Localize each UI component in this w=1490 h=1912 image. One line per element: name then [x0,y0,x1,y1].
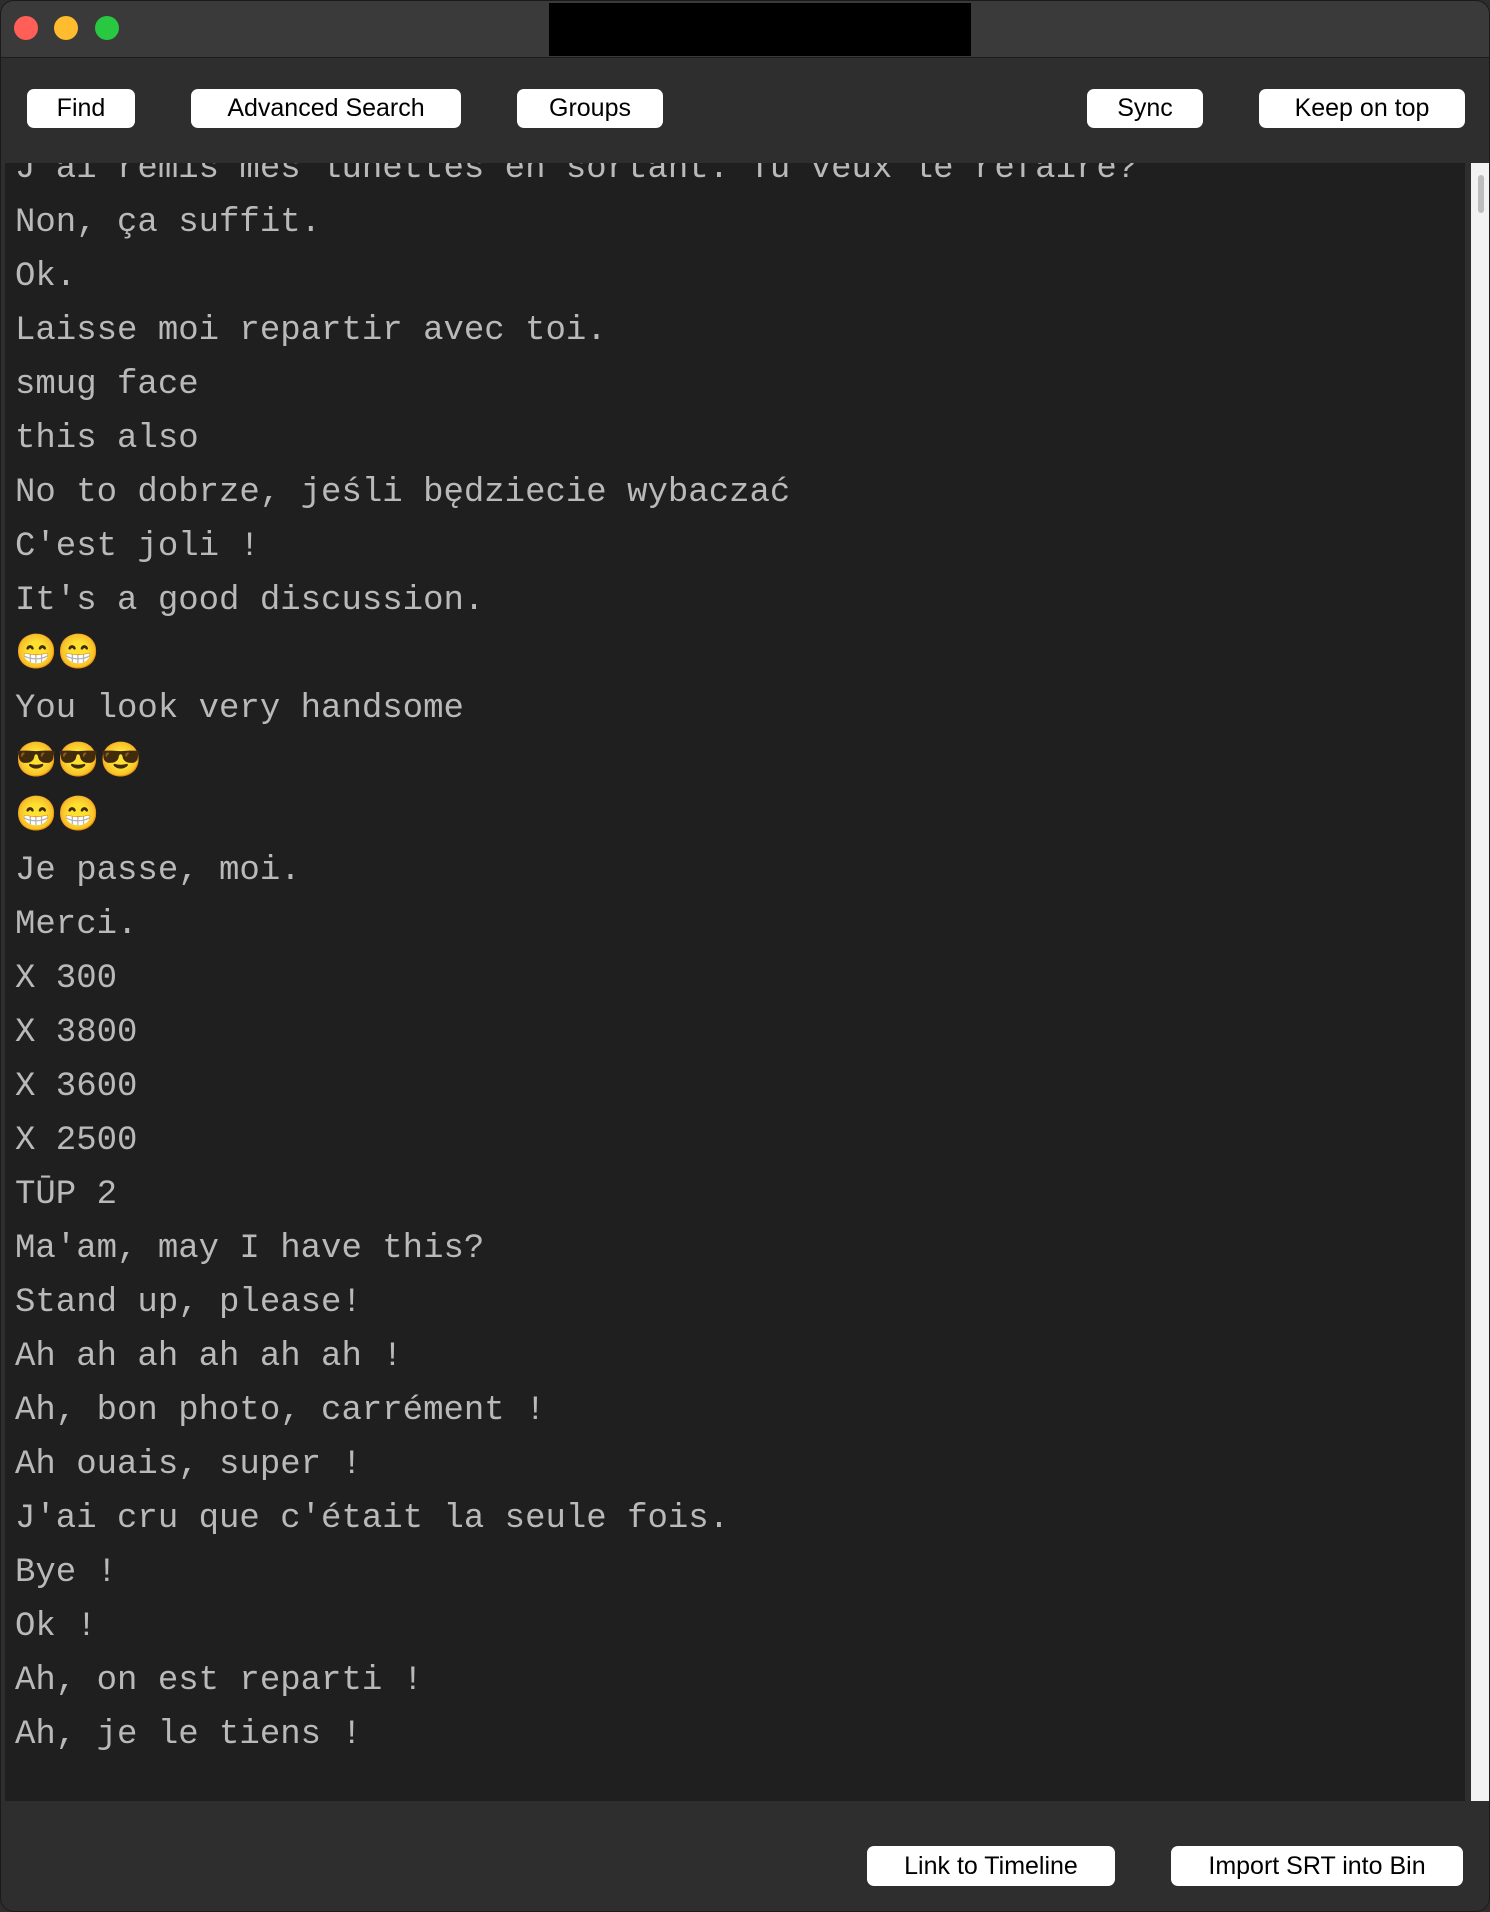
subtitle-line[interactable]: It's a good discussion. [15,576,484,626]
subtitle-line[interactable]: Ah ouais, super ! [15,1440,362,1490]
subtitle-line[interactable]: 😁😁 [15,630,100,680]
minimize-window-button[interactable] [54,16,78,40]
close-window-button[interactable] [14,16,38,40]
subtitle-line[interactable]: Ah, bon photo, carrément ! [15,1386,546,1436]
title-bar[interactable] [1,1,1489,58]
toolbar: Find Advanced Search Groups Sync Keep on… [1,58,1489,162]
window-title [549,3,971,56]
subtitle-line[interactable]: Ah, on est reparti ! [15,1656,423,1706]
subtitle-line[interactable]: Laisse moi repartir avec toi. [15,306,607,356]
sync-button[interactable]: Sync [1087,89,1203,128]
subtitle-line[interactable]: 😎😎😎 [15,738,142,788]
subtitle-line[interactable]: J'ai remis mes lunettes en sortant. Tu v… [15,163,1137,194]
subtitle-line[interactable]: Ah ah ah ah ah ah ! [15,1332,403,1382]
subtitle-list[interactable]: J'ai remis mes lunettes en sortant. Tu v… [5,163,1465,1801]
subtitle-line[interactable]: No to dobrze, jeśli będziecie wybaczać [15,468,790,518]
subtitle-line[interactable]: smug face [15,360,199,410]
subtitle-line[interactable]: TŪP 2 [15,1170,117,1220]
subtitle-line[interactable]: C'est joli ! [15,522,260,572]
scrollbar[interactable] [1471,163,1489,1801]
keep-on-top-button[interactable]: Keep on top [1259,89,1465,128]
app-window: Find Advanced Search Groups Sync Keep on… [0,0,1490,1912]
subtitle-line[interactable]: 😁😁 [15,792,100,842]
subtitle-line[interactable]: Bye ! [15,1548,117,1598]
subtitle-line[interactable]: Ok ! [15,1602,97,1652]
subtitle-line[interactable]: X 3800 [15,1008,137,1058]
subtitle-line[interactable]: Ma'am, may I have this? [15,1224,484,1274]
subtitle-line[interactable]: X 300 [15,954,117,1004]
advanced-search-button[interactable]: Advanced Search [191,89,461,128]
subtitle-line[interactable]: this also [15,414,199,464]
subtitle-line[interactable]: X 2500 [15,1116,137,1166]
subtitle-line[interactable]: Ah, je le tiens ! [15,1710,362,1760]
subtitle-line[interactable]: You look very handsome [15,684,464,734]
subtitle-line[interactable]: Merci. [15,900,137,950]
subtitle-line[interactable]: J'ai cru que c'était la seule fois. [15,1494,729,1544]
bottom-bar: Link to Timeline Import SRT into Bin [1,1801,1489,1911]
scrollbar-thumb[interactable] [1478,175,1484,213]
subtitle-line[interactable]: X 3600 [15,1062,137,1112]
subtitle-line[interactable]: Non, ça suffit. [15,198,321,248]
link-to-timeline-button[interactable]: Link to Timeline [867,1846,1115,1886]
import-srt-button[interactable]: Import SRT into Bin [1171,1846,1463,1886]
groups-button[interactable]: Groups [517,89,663,128]
subtitle-line[interactable]: Ok. [15,252,76,302]
subtitle-line[interactable]: Stand up, please! [15,1278,362,1328]
find-button[interactable]: Find [27,89,135,128]
subtitle-line[interactable]: Je passe, moi. [15,846,301,896]
zoom-window-button[interactable] [95,16,119,40]
